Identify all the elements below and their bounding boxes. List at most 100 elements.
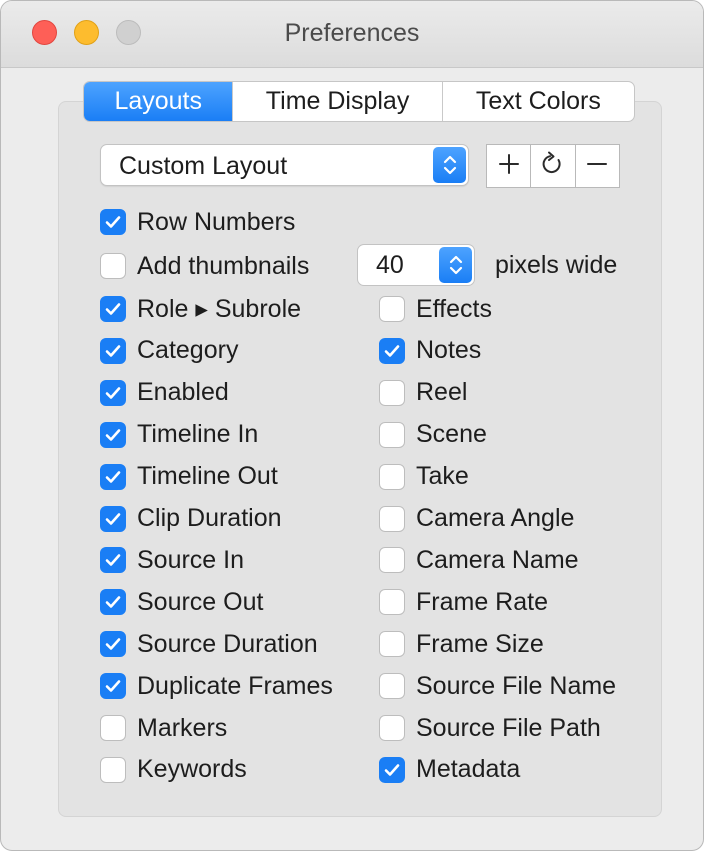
checkmark-icon	[104, 301, 122, 317]
checkmark-icon	[104, 552, 122, 568]
checkbox-source-in[interactable]: Source In	[100, 544, 244, 576]
tab-text-colors[interactable]: Text Colors	[443, 82, 634, 121]
checkbox[interactable]	[379, 756, 405, 783]
checkmark-icon	[104, 343, 122, 359]
checkmark-icon	[104, 678, 122, 694]
checkmark-icon	[104, 511, 122, 527]
checkmark-icon	[104, 469, 122, 485]
checkbox-enabled[interactable]: Enabled	[100, 377, 229, 409]
checkbox-label: Keywords	[137, 755, 247, 784]
checkbox[interactable]	[379, 631, 405, 658]
window-title: Preferences	[284, 19, 420, 47]
checkbox-label: Source In	[137, 545, 245, 574]
checkbox-scene[interactable]: Scene	[379, 419, 487, 451]
checkbox-label: Timeline In	[137, 420, 259, 449]
checkbox-label: Source File Path	[416, 713, 601, 742]
checkbox-timeline-in[interactable]: Timeline In	[100, 419, 258, 451]
checkbox-label: Take	[416, 462, 469, 491]
up-down-chevron-icon[interactable]	[439, 247, 472, 283]
checkbox[interactable]	[100, 505, 126, 532]
checkbox-label: Source Out	[137, 587, 264, 616]
checkbox-label: Source Duration	[137, 629, 318, 658]
plus-icon	[498, 153, 520, 180]
checkbox[interactable]	[379, 715, 405, 741]
checkbox-timeline-out[interactable]: Timeline Out	[100, 461, 278, 493]
checkmark-icon	[104, 594, 122, 610]
remove-layout-button[interactable]	[576, 145, 619, 187]
checkbox-label: Camera Name	[416, 545, 579, 574]
checkbox-take[interactable]: Take	[379, 461, 469, 493]
checkbox[interactable]	[379, 589, 405, 616]
checkbox-source-file-name[interactable]: Source File Name	[379, 670, 616, 702]
checkbox-label: Timeline Out	[137, 462, 278, 491]
checkbox[interactable]	[100, 253, 126, 279]
checkbox[interactable]	[100, 673, 126, 700]
checkbox-source-out[interactable]: Source Out	[100, 586, 263, 618]
checkbox-label: Duplicate Frames	[137, 671, 333, 700]
minus-icon	[586, 153, 608, 180]
checkbox-row-numbers[interactable]: Row Numbers	[100, 206, 295, 238]
thumbnail-width-field[interactable]: 40	[357, 244, 475, 286]
checkbox-add-thumbnails[interactable]: Add thumbnails	[100, 250, 309, 282]
checkbox-label: Source File Name	[416, 671, 617, 700]
checkbox-label: Metadata	[416, 755, 521, 784]
checkbox-source-duration[interactable]: Source Duration	[100, 628, 318, 660]
checkbox-effects[interactable]: Effects	[379, 293, 492, 325]
checkbox[interactable]	[379, 337, 405, 364]
checkbox-frame-rate[interactable]: Frame Rate	[379, 586, 548, 618]
checkbox-label: Scene	[416, 420, 487, 449]
layout-actions	[486, 144, 620, 188]
checkbox[interactable]	[100, 756, 126, 783]
checkbox[interactable]	[379, 296, 405, 322]
checkbox-category[interactable]: Category	[100, 335, 238, 367]
checkbox-camera-name[interactable]: Camera Name	[379, 544, 579, 576]
checkbox-label: Markers	[137, 713, 228, 742]
checkmark-icon	[104, 427, 122, 443]
checkbox-duplicate-frames[interactable]: Duplicate Frames	[100, 670, 333, 702]
checkbox[interactable]	[379, 547, 405, 574]
checkbox[interactable]	[100, 589, 126, 616]
checkbox-label: Role ▸ Subrole	[137, 295, 302, 323]
checkbox-source-file-path[interactable]: Source File Path	[379, 712, 601, 744]
layout-popup-value: Custom Layout	[119, 152, 288, 180]
checkbox-clip-duration[interactable]: Clip Duration	[100, 503, 282, 535]
checkmark-icon	[383, 343, 401, 359]
checkbox[interactable]	[100, 337, 126, 364]
title-bar: Preferences	[1, 1, 703, 68]
layout-popup-button[interactable]: Custom Layout	[100, 144, 469, 186]
checkbox-label: Clip Duration	[137, 504, 282, 532]
checkbox[interactable]	[379, 463, 405, 490]
add-layout-button[interactable]	[487, 145, 532, 187]
checkbox[interactable]	[100, 547, 126, 574]
checkbox[interactable]	[100, 296, 126, 322]
checkbox[interactable]	[100, 209, 126, 235]
checkbox[interactable]	[379, 673, 405, 700]
checkbox-markers[interactable]: Markers	[100, 712, 227, 744]
tab-time-display[interactable]: Time Display	[233, 82, 443, 121]
checkbox-keywords[interactable]: Keywords	[100, 754, 247, 786]
checkbox[interactable]	[100, 421, 126, 448]
checkbox[interactable]	[379, 505, 405, 532]
checkbox-role-subrole[interactable]: Role ▸ Subrole	[100, 293, 301, 325]
checkbox-label: Add thumbnails	[137, 251, 310, 280]
checkbox-metadata[interactable]: Metadata	[379, 754, 520, 786]
refresh-layout-button[interactable]	[531, 145, 576, 187]
checkbox-notes[interactable]: Notes	[379, 335, 481, 367]
checkbox[interactable]	[379, 379, 405, 406]
checkbox-label: Row Numbers	[137, 207, 296, 236]
checkbox[interactable]	[100, 715, 126, 741]
checkbox-label: Notes	[416, 336, 482, 365]
checkbox[interactable]	[100, 463, 126, 490]
tab-layouts[interactable]: Layouts	[84, 82, 234, 121]
checkbox-camera-angle[interactable]: Camera Angle	[379, 503, 574, 535]
checkbox[interactable]	[100, 631, 126, 658]
checkbox-frame-size[interactable]: Frame Size	[379, 628, 544, 660]
checkbox[interactable]	[100, 379, 126, 406]
up-down-chevron-icon	[433, 147, 466, 183]
checkmark-icon	[104, 385, 122, 401]
checkmark-icon	[104, 214, 122, 230]
checkbox-label: Reel	[416, 378, 468, 407]
checkbox-reel[interactable]: Reel	[379, 377, 467, 409]
refresh-icon	[541, 151, 565, 182]
checkbox[interactable]	[379, 421, 405, 448]
